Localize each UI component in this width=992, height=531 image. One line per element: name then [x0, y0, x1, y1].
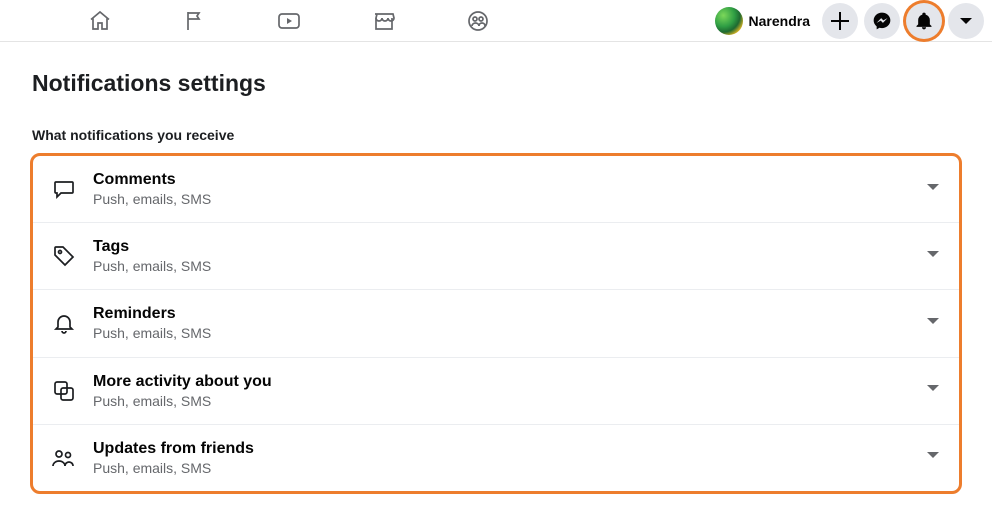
row-text: Updates from friends Push, emails, SMS — [93, 439, 925, 477]
row-sub: Push, emails, SMS — [93, 324, 925, 342]
groups-icon[interactable] — [466, 0, 490, 42]
activity-icon — [51, 378, 77, 404]
row-title: Reminders — [93, 304, 925, 324]
row-sub: Push, emails, SMS — [93, 190, 925, 208]
flag-icon[interactable] — [182, 0, 206, 42]
row-title: Updates from friends — [93, 439, 925, 459]
row-updates-friends[interactable]: Updates from friends Push, emails, SMS — [33, 425, 959, 491]
tag-icon — [51, 243, 77, 269]
row-sub: Push, emails, SMS — [93, 392, 925, 410]
top-nav-bar: Narendra — [0, 0, 992, 42]
notification-settings-card: Comments Push, emails, SMS Tags Push, em… — [32, 155, 960, 492]
row-more-activity[interactable]: More activity about you Push, emails, SM… — [33, 358, 959, 425]
comment-icon — [51, 176, 77, 202]
row-reminders[interactable]: Reminders Push, emails, SMS — [33, 290, 959, 357]
row-title: Comments — [93, 170, 925, 190]
row-sub: Push, emails, SMS — [93, 459, 925, 477]
row-text: Comments Push, emails, SMS — [93, 170, 925, 208]
row-text: Tags Push, emails, SMS — [93, 237, 925, 275]
chevron-down-icon — [925, 246, 941, 267]
messenger-button[interactable] — [864, 3, 900, 39]
marketplace-icon[interactable] — [372, 0, 396, 42]
row-text: More activity about you Push, emails, SM… — [93, 372, 925, 410]
chevron-down-icon — [925, 380, 941, 401]
chevron-down-icon — [925, 447, 941, 468]
page-title: Notifications settings — [32, 70, 960, 97]
chevron-down-icon — [925, 179, 941, 200]
watch-icon[interactable] — [276, 0, 302, 42]
friends-icon — [51, 445, 77, 471]
home-icon[interactable] — [88, 0, 112, 42]
row-sub: Push, emails, SMS — [93, 257, 925, 275]
row-text: Reminders Push, emails, SMS — [93, 304, 925, 342]
user-chip[interactable]: Narendra — [715, 7, 810, 35]
nav-left — [88, 0, 490, 42]
row-comments[interactable]: Comments Push, emails, SMS — [33, 156, 959, 223]
account-menu-button[interactable] — [948, 3, 984, 39]
avatar — [715, 7, 743, 35]
content-area: Notifications settings What notification… — [0, 42, 992, 520]
section-label: What notifications you receive — [32, 127, 960, 143]
row-tags[interactable]: Tags Push, emails, SMS — [33, 223, 959, 290]
chevron-down-icon — [925, 313, 941, 334]
create-button[interactable] — [822, 3, 858, 39]
notifications-button[interactable] — [906, 3, 942, 39]
row-title: More activity about you — [93, 372, 925, 392]
nav-right: Narendra — [715, 3, 984, 39]
bell-icon — [51, 310, 77, 336]
user-name: Narendra — [749, 13, 810, 29]
row-title: Tags — [93, 237, 925, 257]
